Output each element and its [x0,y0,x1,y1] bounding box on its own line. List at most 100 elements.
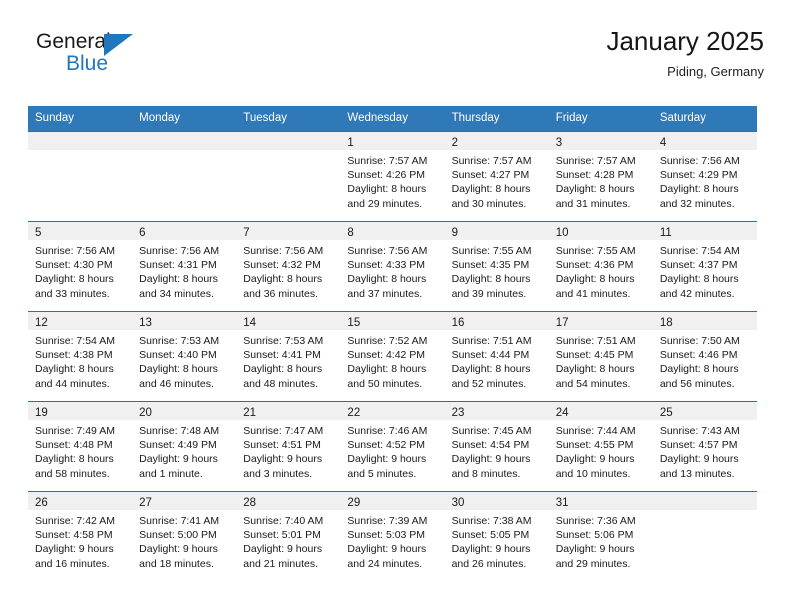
day-detail-line: Daylight: 8 hours [555,183,635,196]
day-detail-line: Sunset: 4:45 PM [555,349,634,362]
day-cell-4[interactable]: 4 Sunrise: 7:56 AM Sunset: 4:29 PM Daylight… [652,132,757,221]
day-details: Sunrise: 7:52 AM Sunset: 4:42 PM Daylight:… [340,330,444,391]
location-subtitle: Piding, Germany [667,64,764,79]
day-cell-14[interactable]: 14 Sunrise: 7:53 AM Sunset: 4:41 PM Dayligh… [236,312,341,401]
day-number-band: 12 [28,312,133,330]
day-cell-23[interactable]: 23 Sunrise: 7:45 AM Sunset: 4:54 PM Dayligh… [444,402,549,491]
day-number-band [28,132,133,150]
day-cell-18[interactable]: 18 Sunrise: 7:50 AM Sunset: 4:46 PM Dayligh… [652,312,757,401]
day-detail-line: Sunset: 4:33 PM [347,259,426,272]
day-detail-line: and 10 minutes. [555,467,631,480]
day-detail-line: and 1 minute. [139,467,203,480]
day-cell-empty [132,132,237,221]
day-details: Sunrise: 7:57 AM Sunset: 4:26 PM Daylight:… [340,150,444,211]
day-number-band: 21 [236,402,341,420]
day-detail-line: and 29 minutes. [347,197,423,210]
day-cell-7[interactable]: 7 Sunrise: 7:56 AM Sunset: 4:32 PM Daylight… [236,222,341,311]
day-details: Sunrise: 7:51 AM Sunset: 4:45 PM Daylight:… [549,330,653,391]
day-detail-line: Sunset: 4:42 PM [347,349,426,362]
day-number-band: 28 [236,492,341,510]
day-details [653,510,757,514]
day-cell-31[interactable]: 31 Sunrise: 7:36 AM Sunset: 5:06 PM Dayligh… [548,492,653,581]
day-details: Sunrise: 7:55 AM Sunset: 4:35 PM Daylight:… [445,240,549,301]
day-cell-12[interactable]: 12 Sunrise: 7:54 AM Sunset: 4:38 PM Dayligh… [28,312,133,401]
day-detail-line: Sunrise: 7:56 AM [243,245,324,257]
day-cell-30[interactable]: 30 Sunrise: 7:38 AM Sunset: 5:05 PM Dayligh… [444,492,549,581]
day-cell-11[interactable]: 11 Sunrise: 7:54 AM Sunset: 4:37 PM Dayligh… [652,222,757,311]
day-cell-6[interactable]: 6 Sunrise: 7:56 AM Sunset: 4:31 PM Daylight… [132,222,237,311]
day-cell-21[interactable]: 21 Sunrise: 7:47 AM Sunset: 4:51 PM Dayligh… [236,402,341,491]
day-detail-line: Sunset: 4:46 PM [659,349,738,362]
day-number: 9 [451,227,458,239]
day-detail-line: Daylight: 8 hours [451,273,531,286]
day-number: 24 [555,407,569,419]
day-detail-line: Daylight: 9 hours [659,453,739,466]
day-detail-line: Sunrise: 7:55 AM [555,245,636,257]
day-detail-line: Daylight: 9 hours [555,543,635,556]
day-number-band: 30 [444,492,549,510]
day-detail-line: and 33 minutes. [35,287,110,300]
day-detail-line: Daylight: 8 hours [555,363,635,376]
day-cell-5[interactable]: 5 Sunrise: 7:56 AM Sunset: 4:30 PM Daylight… [28,222,133,311]
day-number-band: 29 [340,492,445,510]
day-cell-10[interactable]: 10 Sunrise: 7:55 AM Sunset: 4:36 PM Dayligh… [548,222,653,311]
day-number: 27 [139,497,152,509]
day-cell-24[interactable]: 24 Sunrise: 7:44 AM Sunset: 4:55 PM Dayligh… [548,402,653,491]
day-cell-9[interactable]: 9 Sunrise: 7:55 AM Sunset: 4:35 PM Daylight… [444,222,549,311]
day-detail-line: Sunrise: 7:54 AM [35,335,115,347]
day-cell-15[interactable]: 15 Sunrise: 7:52 AM Sunset: 4:42 PM Dayligh… [340,312,445,401]
day-cell-20[interactable]: 20 Sunrise: 7:48 AM Sunset: 4:49 PM Dayligh… [132,402,237,491]
day-detail-line: Sunrise: 7:38 AM [451,515,532,527]
logo-text-general: General [36,30,111,53]
day-cell-16[interactable]: 16 Sunrise: 7:51 AM Sunset: 4:44 PM Dayligh… [444,312,549,401]
day-detail-line: Daylight: 8 hours [451,183,531,196]
day-cell-26[interactable]: 26 Sunrise: 7:42 AM Sunset: 4:58 PM Dayligh… [28,492,133,581]
day-detail-line: and 54 minutes. [555,377,631,390]
day-details: Sunrise: 7:53 AM Sunset: 4:40 PM Daylight:… [132,330,236,391]
day-detail-line: and 26 minutes. [451,557,527,570]
day-cell-13[interactable]: 13 Sunrise: 7:53 AM Sunset: 4:40 PM Dayligh… [132,312,237,401]
calendar-week-row: 5 Sunrise: 7:56 AM Sunset: 4:30 PM Daylight… [28,221,757,311]
day-cell-28[interactable]: 28 Sunrise: 7:40 AM Sunset: 5:01 PM Dayligh… [236,492,341,581]
general-blue-logo[interactable]: General Blue [36,30,176,86]
day-details: Sunrise: 7:47 AM Sunset: 4:51 PM Daylight:… [236,420,340,481]
day-cell-25[interactable]: 25 Sunrise: 7:43 AM Sunset: 4:57 PM Dayligh… [652,402,757,491]
day-detail-line: Daylight: 8 hours [347,363,427,376]
day-detail-line: and 16 minutes. [35,557,110,570]
day-cell-3[interactable]: 3 Sunrise: 7:57 AM Sunset: 4:28 PM Daylight… [548,132,653,221]
day-detail-line: Sunrise: 7:36 AM [555,515,636,527]
day-detail-line: Sunset: 5:05 PM [451,529,530,542]
day-cell-19[interactable]: 19 Sunrise: 7:49 AM Sunset: 4:48 PM Dayligh… [28,402,133,491]
day-cell-22[interactable]: 22 Sunrise: 7:46 AM Sunset: 4:52 PM Dayligh… [340,402,445,491]
day-detail-line: and 56 minutes. [659,377,735,390]
day-cell-27[interactable]: 27 Sunrise: 7:41 AM Sunset: 5:00 PM Dayligh… [132,492,237,581]
day-detail-line: Sunrise: 7:42 AM [35,515,115,527]
day-cell-17[interactable]: 17 Sunrise: 7:51 AM Sunset: 4:45 PM Dayligh… [548,312,653,401]
day-cell-2[interactable]: 2 Sunrise: 7:57 AM Sunset: 4:27 PM Daylight… [444,132,549,221]
day-detail-line: Sunset: 4:54 PM [451,439,530,452]
day-detail-line: and 44 minutes. [35,377,110,390]
day-detail-line: Sunrise: 7:57 AM [451,155,532,167]
day-detail-line: Sunrise: 7:40 AM [243,515,324,527]
weekday-header-wednesday: Wednesday [347,112,408,124]
day-cell-29[interactable]: 29 Sunrise: 7:39 AM Sunset: 5:03 PM Dayligh… [340,492,445,581]
day-cell-empty [236,132,341,221]
calendar-week-row: 26 Sunrise: 7:42 AM Sunset: 4:58 PM Dayligh… [28,491,757,581]
day-detail-line: Sunrise: 7:51 AM [451,335,532,347]
day-cell-1[interactable]: 1 Sunrise: 7:57 AM Sunset: 4:26 PM Daylight… [340,132,445,221]
day-number: 5 [35,227,42,239]
day-detail-line: and 46 minutes. [139,377,214,390]
day-detail-line: and 24 minutes. [347,557,423,570]
day-detail-line: Daylight: 8 hours [139,273,218,286]
day-detail-line: and 36 minutes. [243,287,318,300]
day-detail-line: Sunrise: 7:44 AM [555,425,636,437]
day-detail-line: Daylight: 8 hours [659,183,739,196]
day-detail-line: Sunrise: 7:43 AM [659,425,740,437]
day-number-band: 2 [444,132,549,150]
day-detail-line: Sunrise: 7:57 AM [555,155,636,167]
day-cell-8[interactable]: 8 Sunrise: 7:56 AM Sunset: 4:33 PM Daylight… [340,222,445,311]
day-detail-line: and 18 minutes. [139,557,214,570]
day-number-band [652,492,757,510]
day-number-band: 5 [28,222,133,240]
calendar-grid: Sunday Monday Tuesday Wednesday Thursday Frid… [28,106,757,581]
